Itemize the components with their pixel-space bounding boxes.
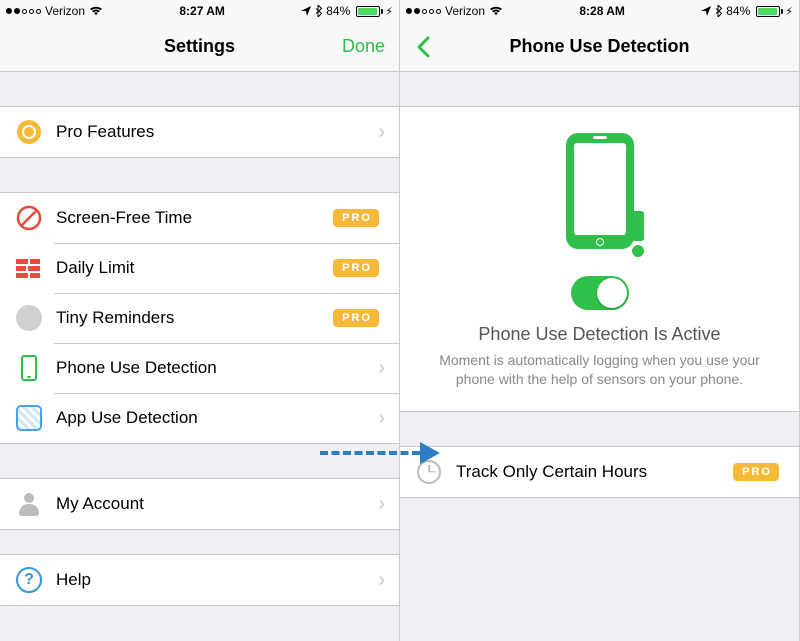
location-icon — [701, 6, 711, 16]
row-label: Tiny Reminders — [56, 308, 333, 328]
battery-icon: ⚡︎ — [354, 5, 393, 18]
row-tiny-reminders[interactable]: Tiny Reminders PRO — [0, 293, 399, 343]
app-grid-icon — [14, 403, 44, 433]
pro-features-icon — [14, 117, 44, 147]
wifi-icon — [89, 6, 103, 16]
chevron-right-icon: › — [378, 569, 385, 592]
row-help[interactable]: ? Help › — [0, 555, 399, 605]
row-daily-limit[interactable]: Daily Limit PRO — [0, 243, 399, 293]
row-pro-features[interactable]: Pro Features › — [0, 107, 399, 157]
carrier-label: Verizon — [45, 4, 85, 18]
phone-use-detection-screen: Verizon 8:28 AM 84% ⚡︎ Phone Use Detecti… — [400, 0, 800, 641]
bluetooth-icon — [715, 5, 722, 17]
battery-pct-label: 84% — [326, 4, 350, 18]
clock-label: 8:27 AM — [179, 4, 225, 18]
bluetooth-icon — [315, 5, 322, 17]
hero-description: Moment is automatically logging when you… — [420, 351, 779, 389]
row-label: Help — [56, 570, 378, 590]
row-track-certain-hours[interactable]: Track Only Certain Hours PRO — [400, 447, 799, 497]
phone-illustration-icon — [566, 133, 634, 249]
pro-badge: PRO — [333, 259, 379, 277]
row-label: My Account — [56, 494, 378, 514]
carrier-label: Verizon — [445, 4, 485, 18]
battery-pct-label: 84% — [726, 4, 750, 18]
done-button[interactable]: Done — [342, 36, 385, 57]
detection-hero: Phone Use Detection Is Active Moment is … — [400, 106, 799, 412]
exclamation-icon — [632, 211, 644, 257]
row-label: Daily Limit — [56, 258, 333, 278]
row-my-account[interactable]: My Account › — [0, 479, 399, 529]
wifi-icon — [489, 6, 503, 16]
back-button[interactable] — [408, 32, 438, 62]
row-label: App Use Detection — [56, 408, 378, 428]
status-bar: Verizon 8:28 AM 84% ⚡︎ — [400, 0, 799, 22]
chevron-right-icon: › — [378, 121, 385, 144]
row-label: Track Only Certain Hours — [456, 462, 733, 482]
detection-toggle[interactable] — [571, 276, 629, 310]
nav-bar: Phone Use Detection — [400, 22, 799, 72]
nav-bar: Settings Done — [0, 22, 399, 72]
chevron-right-icon: › — [378, 493, 385, 516]
no-sign-icon — [14, 203, 44, 233]
signal-strength-icon — [6, 8, 41, 14]
battery-icon: ⚡︎ — [754, 5, 793, 18]
row-screen-free-time[interactable]: Screen-Free Time PRO — [0, 193, 399, 243]
row-label: Screen-Free Time — [56, 208, 333, 228]
location-icon — [301, 6, 311, 16]
settings-screen: Verizon 8:27 AM 84% ⚡︎ Settings Done — [0, 0, 400, 641]
pro-badge: PRO — [333, 309, 379, 327]
clock-label: 8:28 AM — [579, 4, 625, 18]
row-phone-use-detection[interactable]: Phone Use Detection › — [0, 343, 399, 393]
hero-heading: Phone Use Detection Is Active — [420, 324, 779, 345]
pro-badge: PRO — [333, 209, 379, 227]
person-icon — [14, 489, 44, 519]
page-title: Settings — [164, 36, 235, 57]
row-label: Pro Features — [56, 122, 378, 142]
help-icon: ? — [14, 565, 44, 595]
brick-wall-icon — [14, 253, 44, 283]
page-title: Phone Use Detection — [509, 36, 689, 57]
row-label: Phone Use Detection — [56, 358, 378, 378]
annotation-arrow-icon — [320, 441, 440, 465]
chat-bubble-icon — [14, 303, 44, 333]
row-app-use-detection[interactable]: App Use Detection › — [0, 393, 399, 443]
signal-strength-icon — [406, 8, 441, 14]
pro-badge: PRO — [733, 463, 779, 481]
chevron-right-icon: › — [378, 357, 385, 380]
status-bar: Verizon 8:27 AM 84% ⚡︎ — [0, 0, 399, 22]
chevron-right-icon: › — [378, 407, 385, 430]
phone-outline-icon — [14, 353, 44, 383]
